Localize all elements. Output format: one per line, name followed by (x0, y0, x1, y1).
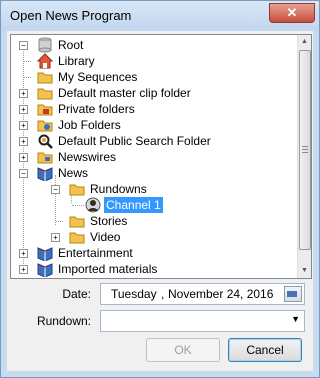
folder-tree[interactable]: − Root Library My Sequences + Default ma (10, 34, 312, 279)
newswire-folder-icon (37, 152, 53, 164)
tree-node-label: Default master clip folder (58, 86, 191, 100)
tree-node-root[interactable]: − Root (11, 37, 291, 53)
folder-icon (69, 184, 85, 196)
collapse-icon[interactable]: − (51, 185, 60, 194)
cancel-button[interactable]: Cancel (228, 338, 302, 362)
calendar-icon[interactable] (284, 286, 302, 302)
tree-node-label: Rundowns (90, 182, 147, 196)
tree-node-label: Newswires (58, 150, 117, 164)
home-icon (37, 53, 53, 69)
expand-icon[interactable]: + (51, 233, 60, 242)
tree-node-label: Private folders (58, 102, 135, 116)
rundown-dropdown[interactable]: ▼ (100, 310, 305, 332)
grip-line (302, 152, 308, 153)
date-weekday: Tuesday (111, 287, 157, 301)
tree-node-public-search[interactable]: + Default Public Search Folder (11, 133, 291, 149)
close-icon: ✕ (286, 5, 298, 20)
news-book-icon (37, 167, 53, 181)
tree-node-label: Root (58, 38, 84, 52)
scroll-up-icon[interactable]: ▲ (298, 35, 311, 49)
chevron-down-icon[interactable]: ▼ (291, 314, 300, 324)
tree-node-label: Imported materials (58, 262, 158, 276)
search-folder-icon (38, 134, 53, 149)
tree-node-library[interactable]: Library (11, 53, 291, 69)
tree-node-label: Job Folders (58, 118, 121, 132)
ok-button[interactable]: OK (146, 338, 220, 362)
tree-connector (56, 221, 63, 222)
news-book-icon (37, 247, 53, 261)
expand-icon[interactable]: + (19, 265, 28, 274)
grip-line (302, 146, 308, 147)
tree-node-label: My Sequences (58, 70, 138, 84)
tree-node-label: Video (90, 230, 121, 244)
dialog-window: Open News Program ✕ − Root Library My Se… (0, 0, 320, 378)
database-icon (38, 37, 52, 53)
tree-node-label: Library (58, 54, 95, 68)
date-label: Date: (62, 287, 91, 301)
date-value: November 24, 2016 (168, 287, 274, 301)
date-picker[interactable]: Tuesday , November 24, 2016 (100, 283, 305, 305)
tree-node-news[interactable]: − News (11, 165, 291, 181)
tree-node-master-clip[interactable]: + Default master clip folder (11, 85, 291, 101)
news-book-icon (37, 263, 53, 277)
tree-connector (72, 205, 84, 206)
expand-icon[interactable]: + (19, 249, 28, 258)
tree-node-label: Entertainment (58, 246, 133, 260)
tree-node-private-folders[interactable]: + Private folders (11, 101, 291, 117)
tree-node-imported-materials[interactable]: + Imported materials (11, 261, 291, 277)
collapse-icon[interactable]: − (19, 169, 28, 178)
expand-icon[interactable]: + (19, 105, 28, 114)
collapse-icon[interactable]: − (19, 41, 28, 50)
tree-node-my-sequences[interactable]: My Sequences (11, 69, 291, 85)
tree-node-rundowns[interactable]: − Rundowns (11, 181, 291, 197)
scroll-thumb[interactable] (299, 50, 311, 250)
tree-node-video[interactable]: + Video (11, 229, 291, 245)
private-folder-icon (37, 104, 53, 116)
close-button[interactable]: ✕ (269, 3, 315, 23)
tree-connector (24, 77, 31, 78)
dialog-title: Open News Program (10, 8, 132, 23)
tree-node-label-selected: Channel 1 (104, 197, 163, 213)
title-bar: Open News Program ✕ (1, 1, 319, 31)
expand-icon[interactable]: + (19, 153, 28, 162)
job-folder-icon (37, 120, 53, 132)
tree-connector (24, 61, 31, 62)
folder-icon (69, 232, 85, 244)
tree-vertical-scrollbar[interactable]: ▲ ▼ (297, 35, 311, 278)
date-separator: , (161, 287, 165, 301)
tree-node-stories[interactable]: Stories (11, 213, 291, 229)
tree-node-channel-1[interactable]: Channel 1 (11, 197, 291, 213)
folder-icon (69, 216, 85, 228)
grip-line (302, 149, 308, 150)
scroll-down-icon[interactable]: ▼ (298, 264, 311, 278)
expand-icon[interactable]: + (19, 121, 28, 130)
rundown-label: Rundown: (36, 314, 91, 328)
folder-icon (37, 72, 53, 84)
tree-node-label: News (58, 166, 89, 180)
expand-icon[interactable]: + (19, 137, 28, 146)
dialog-body: − Root Library My Sequences + Default ma (7, 31, 313, 371)
tree-node-label: Default Public Search Folder (58, 134, 211, 148)
tree-node-entertainment[interactable]: + Entertainment (11, 245, 291, 261)
expand-icon[interactable]: + (19, 89, 28, 98)
channel-person-icon (85, 197, 101, 213)
tree-node-label: Stories (90, 214, 128, 228)
folder-icon (37, 88, 53, 100)
tree-node-newswires[interactable]: + Newswires (11, 149, 291, 165)
tree-node-job-folders[interactable]: + Job Folders (11, 117, 291, 133)
